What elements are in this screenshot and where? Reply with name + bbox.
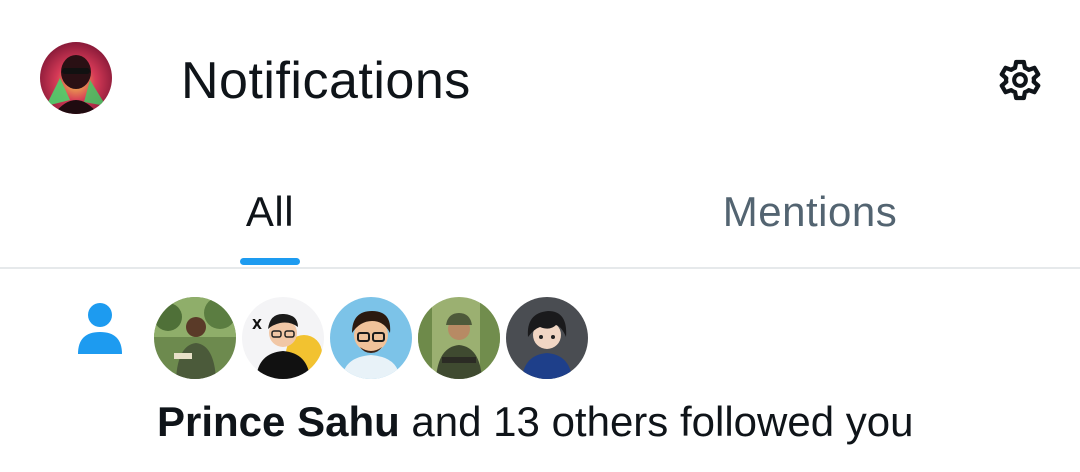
profile-avatar[interactable] (40, 42, 112, 114)
gear-icon (993, 53, 1047, 112)
person-icon (76, 302, 124, 354)
top-app-bar: Notifications (0, 0, 1080, 160)
tab-all-label: All (245, 188, 295, 235)
tab-all[interactable]: All (0, 160, 540, 267)
tab-mentions[interactable]: Mentions (540, 160, 1080, 267)
tab-mentions-label: Mentions (722, 188, 898, 235)
notification-text: Prince Sahu and 13 others followed you (157, 394, 913, 450)
notification-tabs: All Mentions (0, 160, 1080, 269)
follower-avatar-5[interactable] (506, 297, 588, 379)
follower-avatars: X (154, 297, 588, 379)
follower-avatar-4[interactable] (418, 297, 500, 379)
settings-button[interactable] (988, 50, 1052, 114)
follower-avatar-3[interactable] (330, 297, 412, 379)
page-title: Notifications (181, 52, 471, 110)
active-tab-indicator (240, 258, 300, 265)
follower-avatar-1[interactable] (154, 297, 236, 379)
follower-name[interactable]: Prince Sahu (157, 398, 400, 445)
svg-text:X: X (252, 318, 262, 333)
notification-message: and 13 others followed you (399, 398, 914, 445)
follower-avatar-2[interactable]: X (242, 297, 324, 379)
